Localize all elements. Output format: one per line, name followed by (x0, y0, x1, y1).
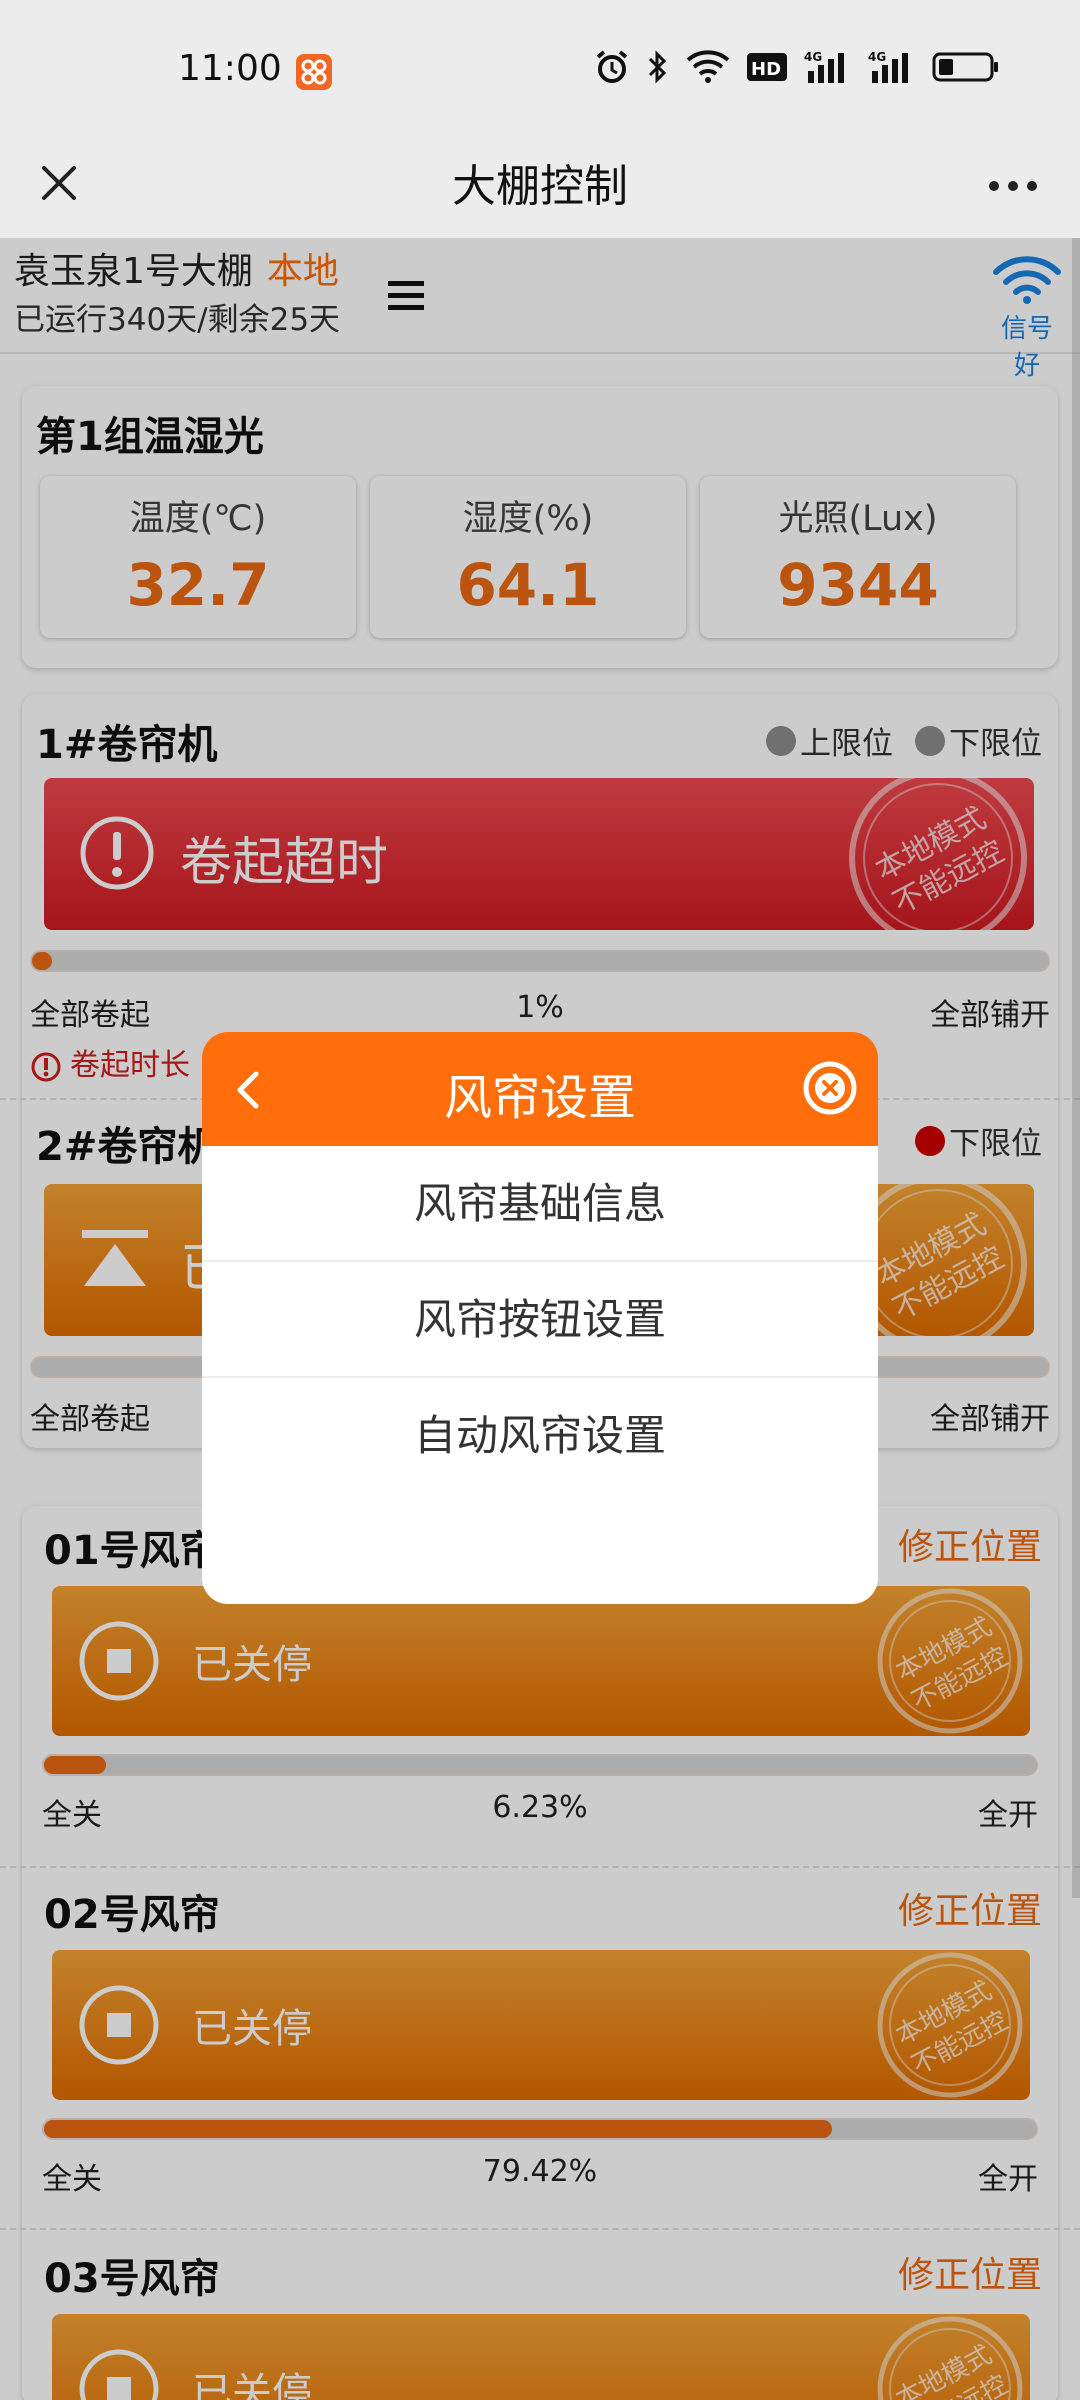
dialog-header: 风帘设置 (202, 1032, 878, 1146)
wifi-icon (686, 50, 730, 84)
scrollbar[interactable] (1072, 238, 1080, 1898)
app-notification-icon (296, 54, 332, 90)
svg-text:HD: HD (751, 59, 781, 80)
clock: 11:00 (178, 48, 282, 89)
wind-curtain-settings-dialog: 风帘设置 风帘基础信息 风帘按钮设置 自动风帘设置 (202, 1032, 878, 1604)
menu-item-button-settings[interactable]: 风帘按钮设置 (202, 1262, 878, 1378)
svg-text:4G: 4G (868, 50, 886, 64)
battery-icon (932, 50, 1000, 84)
page-title: 大棚控制 (452, 161, 628, 212)
hd-icon: HD (746, 50, 788, 84)
alarm-icon (594, 50, 630, 84)
bluetooth-icon (646, 50, 670, 84)
title-bar: 大棚控制 (0, 130, 1080, 238)
more-options-icon[interactable] (978, 156, 1048, 216)
menu-item-basic-info[interactable]: 风帘基础信息 (202, 1146, 878, 1262)
dialog-title: 风帘设置 (443, 1070, 636, 1126)
close-circle-icon[interactable] (802, 1060, 858, 1116)
signal-4g-icon: 4G (868, 50, 916, 84)
status-bar: 11:00 HD 4G 4G (0, 0, 1080, 130)
status-icons: HD 4G 4G (594, 50, 1000, 84)
svg-text:4G: 4G (804, 50, 822, 64)
menu-item-auto-settings[interactable]: 自动风帘设置 (202, 1378, 878, 1494)
signal-4g-icon: 4G (804, 50, 852, 84)
